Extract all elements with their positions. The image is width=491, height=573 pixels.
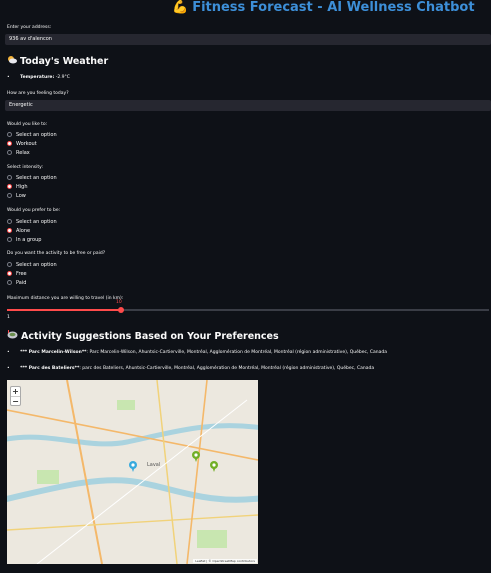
suggestion-item: *** Parc Marcelin-Wilson**: Parc Marceli…: [7, 350, 387, 355]
radio-option-selected[interactable]: Free: [7, 269, 57, 278]
radio-selected-icon: [7, 271, 12, 276]
radio-option[interactable]: Select an option: [7, 260, 57, 269]
radio-selected-icon: [7, 184, 12, 189]
radio-circle-icon: [7, 193, 12, 198]
suggestion-detail: : parc des Bateliers, Ahuntsic-Cartiervi…: [79, 366, 375, 371]
radio-option-label: Select an option: [16, 131, 57, 138]
distance-slider-fill: [7, 309, 121, 311]
radio-option[interactable]: Low: [7, 191, 57, 200]
address-input[interactable]: 936 av d'alencon: [5, 34, 491, 45]
suggestion-detail: : Parc Marcelin-Wilson, Ahuntsic-Cartier…: [86, 350, 387, 355]
map-place-label: Laval: [147, 462, 160, 468]
radio-option-selected[interactable]: Workout: [7, 139, 57, 148]
radio-option-label: Select an option: [16, 174, 57, 181]
radio-option[interactable]: In a group: [7, 235, 57, 244]
zoom-in-button[interactable]: +: [11, 387, 20, 396]
radio-option-label: Relax: [16, 149, 30, 156]
radio-option-label: Select an option: [16, 261, 57, 268]
intensity-label: Select intensity:: [7, 165, 44, 170]
radio-circle-icon: [7, 280, 12, 285]
radio-option-label: Select an option: [16, 218, 57, 225]
temperature-item: Temperature: -2.9°C: [7, 75, 70, 80]
map-tiles: Laval: [7, 380, 258, 564]
suggestions-heading-text: Activity Suggestions Based on Your Prefe…: [21, 331, 279, 342]
map-attribution[interactable]: Leaflet | © OpenStreetMap contributors: [193, 559, 257, 563]
feeling-input[interactable]: Energetic: [5, 100, 491, 111]
distance-slider-min: 1: [7, 315, 10, 320]
radio-circle-icon: [7, 150, 12, 155]
radio-option-label: Workout: [16, 140, 37, 147]
suggestions-heading: Activity Suggestions Based on Your Prefe…: [7, 330, 279, 342]
flexed-biceps-icon: 💪: [172, 0, 189, 15]
radio-selected-icon: [7, 141, 12, 146]
address-label: Enter your address:: [7, 25, 52, 30]
activity-type-radio-group: Select an option Workout Relax: [7, 130, 57, 157]
park-area: [37, 470, 59, 484]
suggestion-name: *** Parc Marcelin-Wilson**: [20, 350, 87, 355]
intensity-radio-group: Select an option High Low: [7, 173, 57, 200]
feeling-label: How are you feeling today?: [7, 91, 69, 96]
radio-circle-icon: [7, 175, 12, 180]
radio-circle-icon: [7, 237, 12, 242]
radio-option[interactable]: Select an option: [7, 173, 57, 182]
radio-circle-icon: [7, 132, 12, 137]
radio-option-label: Low: [16, 192, 26, 199]
activity-type-label: Would you like to:: [7, 122, 48, 127]
radio-option-label: Paid: [16, 279, 27, 286]
radio-option[interactable]: Paid: [7, 278, 57, 287]
page-title: 💪 Fitness Forecast - AI Wellness Chatbot: [172, 0, 475, 16]
radio-option[interactable]: Select an option: [7, 217, 57, 226]
weather-heading-text: Today's Weather: [20, 56, 109, 67]
temperature-label: Temperature:: [20, 75, 55, 80]
page-title-text: Fitness Forecast - AI Wellness Chatbot: [192, 0, 475, 15]
park-area: [117, 400, 135, 410]
radio-selected-icon: [7, 228, 12, 233]
radio-option[interactable]: Select an option: [7, 130, 57, 139]
activity-map[interactable]: Laval + − Leaflet | © OpenStreetMap cont…: [7, 380, 258, 564]
map-zoom-control: + −: [10, 386, 21, 406]
park-area: [197, 530, 227, 548]
company-label: Would you prefer to be:: [7, 208, 61, 213]
radio-option-label: In a group: [16, 236, 42, 243]
radio-option-selected[interactable]: High: [7, 182, 57, 191]
distance-label: Maximum distance you are willing to trav…: [7, 296, 124, 301]
radio-circle-icon: [7, 262, 12, 267]
temperature-value: -2.9°C: [55, 75, 70, 80]
radio-circle-icon: [7, 219, 12, 224]
suggestion-item: *** Parc des Bateliers**: parc des Batel…: [7, 366, 374, 371]
stadium-icon: [7, 330, 18, 342]
distance-slider-handle[interactable]: [118, 307, 124, 313]
radio-option-label: Free: [16, 270, 27, 277]
zoom-out-button[interactable]: −: [11, 396, 20, 406]
company-radio-group: Select an option Alone In a group: [7, 217, 57, 244]
suggestion-name: *** Parc des Bateliers**: [20, 366, 80, 371]
radio-option-label: High: [16, 183, 28, 190]
radio-option-label: Alone: [16, 227, 31, 234]
distance-slider-value: 10: [116, 300, 122, 305]
weather-heading: Today's Weather: [7, 55, 108, 67]
cost-label: Do you want the activity to be free or p…: [7, 251, 106, 256]
cost-radio-group: Select an option Free Paid: [7, 260, 57, 287]
radio-option-selected[interactable]: Alone: [7, 226, 57, 235]
sun-behind-cloud-icon: [7, 55, 17, 67]
radio-option[interactable]: Relax: [7, 148, 57, 157]
